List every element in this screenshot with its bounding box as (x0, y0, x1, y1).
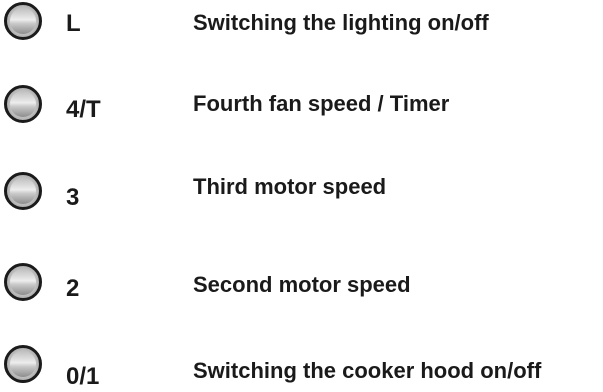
power-description: Switching the cooker hood on/off (193, 358, 542, 383)
lighting-key-label: L (66, 10, 81, 37)
fan-timer-description: Fourth fan speed / Timer (193, 91, 450, 116)
button-row-second-speed: 2 Second motor speed (0, 263, 603, 313)
power-key-label: 0/1 (66, 363, 100, 390)
power-button[interactable] (4, 345, 42, 383)
fan-timer-key-label: 4/T (66, 96, 101, 123)
lighting-description: Switching the lighting on/off (193, 10, 489, 35)
second-speed-description: Second motor speed (193, 272, 411, 297)
second-speed-button[interactable] (4, 263, 42, 301)
fan-timer-button[interactable] (4, 85, 42, 123)
button-row-lighting: L Switching the lighting on/off (0, 0, 603, 50)
third-speed-description: Third motor speed (193, 174, 387, 199)
lighting-button[interactable] (4, 2, 42, 40)
button-row-third-speed: 3 Third motor speed (0, 172, 603, 222)
third-speed-button[interactable] (4, 172, 42, 210)
button-row-fan-timer: 4/T Fourth fan speed / Timer (0, 85, 603, 135)
third-speed-key-label: 3 (66, 184, 80, 211)
button-row-power: 0/1 Switching the cooker hood on/off (0, 342, 603, 392)
second-speed-key-label: 2 (66, 275, 80, 302)
